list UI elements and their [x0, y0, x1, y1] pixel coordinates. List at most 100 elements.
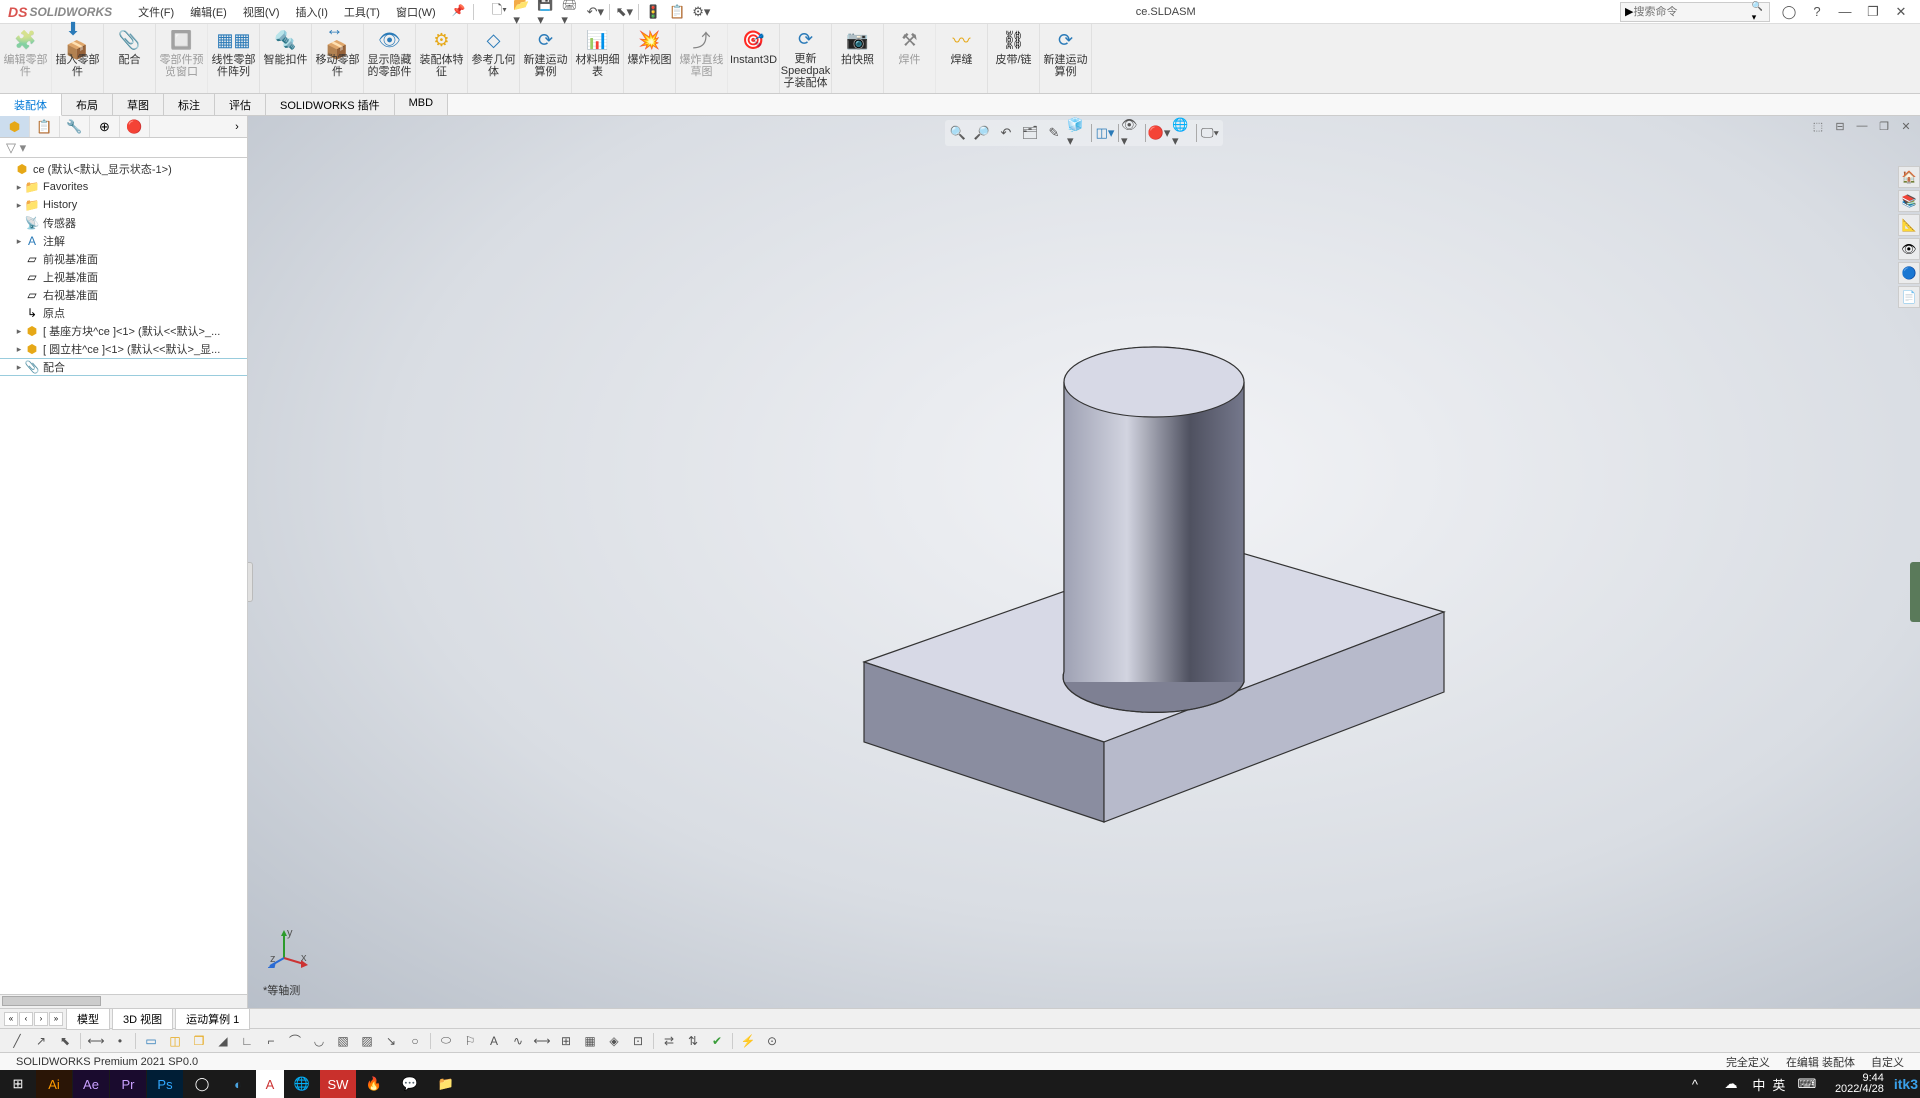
- viewtab-model[interactable]: 模型: [66, 1008, 110, 1030]
- tree-mates[interactable]: ▸📎配合: [0, 358, 247, 376]
- vtab-next-icon[interactable]: ›: [34, 1012, 48, 1026]
- bom-button[interactable]: 📊材料明细表: [572, 24, 624, 93]
- show-hidden-button[interactable]: 👁显示隐藏的零部件: [364, 24, 416, 93]
- tree-annotations[interactable]: ▸A注解: [0, 232, 247, 250]
- mdi-collapse-icon[interactable]: ⊟: [1830, 118, 1850, 134]
- bt-bolt-icon[interactable]: ⚡: [737, 1031, 759, 1051]
- tree-tab-property-icon[interactable]: 📋: [30, 116, 60, 137]
- settings-icon[interactable]: ⚙▾: [691, 2, 711, 22]
- smart-fasteners-button[interactable]: 🔩智能扣件: [260, 24, 312, 93]
- tb-ae-icon[interactable]: Ae: [73, 1070, 109, 1098]
- edit-appearance-icon[interactable]: 🔴▾: [1148, 122, 1170, 144]
- tb-ps-icon[interactable]: Ps: [147, 1070, 183, 1098]
- weldment-button[interactable]: ⚒焊件: [884, 24, 936, 93]
- tree-tab-feature-icon[interactable]: ⬢: [0, 116, 30, 137]
- tab-annotate[interactable]: 标注: [164, 94, 215, 115]
- tb-cortana-icon[interactable]: ◯: [184, 1070, 220, 1098]
- status-custom[interactable]: 自定义: [1863, 1054, 1912, 1070]
- tab-assembly[interactable]: 装配体: [0, 94, 62, 116]
- tree-favorites[interactable]: ▸📁Favorites: [0, 178, 247, 196]
- bt-plane-icon[interactable]: ◈: [603, 1031, 625, 1051]
- update-speedpak-button[interactable]: ⟳更新Speedpak子装配体: [780, 24, 832, 93]
- bt-check-icon[interactable]: ✔: [706, 1031, 728, 1051]
- tb-ai-icon[interactable]: Ai: [36, 1070, 72, 1098]
- vtab-last-icon[interactable]: »: [49, 1012, 63, 1026]
- bt-face2-icon[interactable]: ▨: [356, 1031, 378, 1051]
- menu-file[interactable]: 文件(F): [130, 4, 182, 20]
- tab-layout[interactable]: 布局: [62, 94, 113, 115]
- bt-snap2-icon[interactable]: ⊡: [627, 1031, 649, 1051]
- bt-arc-icon[interactable]: ◡: [308, 1031, 330, 1051]
- tree-sensors[interactable]: 📡传感器: [0, 214, 247, 232]
- tp-view-palette-icon[interactable]: 👁: [1898, 238, 1920, 260]
- weld-bead-button[interactable]: 〰焊缝: [936, 24, 988, 93]
- explode-sketch-button[interactable]: ⤴爆炸直线草图: [676, 24, 728, 93]
- view-orientation-icon[interactable]: 🧊▾: [1067, 122, 1089, 144]
- view-triad[interactable]: y x z: [268, 928, 308, 968]
- search-commands[interactable]: ▶ 🔍▾: [1620, 2, 1770, 22]
- bt-flag-icon[interactable]: ⚐: [459, 1031, 481, 1051]
- mdi-pop-icon[interactable]: ⬚: [1808, 118, 1828, 134]
- tray-ime2[interactable]: 英: [1769, 1070, 1789, 1098]
- vtab-prev-icon[interactable]: ‹: [19, 1012, 33, 1026]
- tree-root[interactable]: ⬢ce (默认<默认_显示状态-1>): [0, 160, 247, 178]
- tray-cloud-icon[interactable]: ☁: [1713, 1070, 1749, 1098]
- bt-brace-icon[interactable]: ⌐: [260, 1031, 282, 1051]
- tab-mbd[interactable]: MBD: [395, 94, 448, 115]
- viewtab-motion1[interactable]: 运动算例 1: [175, 1008, 250, 1030]
- tb-edge-icon[interactable]: 🌐: [284, 1070, 320, 1098]
- tp-home-icon[interactable]: 🏠: [1898, 166, 1920, 188]
- select-icon[interactable]: ⬉▾: [614, 2, 634, 22]
- minimize-icon[interactable]: —: [1834, 2, 1856, 22]
- tb-firefox-icon[interactable]: 🔥: [356, 1070, 392, 1098]
- tray-clock[interactable]: 9:44 2022/4/28: [1825, 1073, 1894, 1095]
- new-icon[interactable]: 🗋▾: [489, 2, 509, 22]
- bt-arrow-icon[interactable]: ↗: [30, 1031, 52, 1051]
- bt-h-icon[interactable]: ⇄: [658, 1031, 680, 1051]
- tab-sketch[interactable]: 草图: [113, 94, 164, 115]
- bt-rect-icon[interactable]: ▭: [140, 1031, 162, 1051]
- bt-v-icon[interactable]: ⇅: [682, 1031, 704, 1051]
- bt-arrow2-icon[interactable]: ↘: [380, 1031, 402, 1051]
- tp-appearances-icon[interactable]: 🔵: [1898, 262, 1920, 284]
- bt-face-icon[interactable]: ▧: [332, 1031, 354, 1051]
- tree-expand-icon[interactable]: ›: [227, 116, 247, 137]
- user-icon[interactable]: ◯: [1778, 2, 1800, 22]
- instant3d-button[interactable]: 🎯Instant3D: [728, 24, 780, 93]
- tp-resources-icon[interactable]: 📚: [1898, 190, 1920, 212]
- mdi-minimize-icon[interactable]: —: [1852, 118, 1872, 134]
- zoom-area-icon[interactable]: 🔎: [971, 122, 993, 144]
- mdi-restore-icon[interactable]: ❐: [1874, 118, 1894, 134]
- move-component-button[interactable]: ↔📦移动零部件: [312, 24, 364, 93]
- tab-addins[interactable]: SOLIDWORKS 插件: [266, 94, 395, 115]
- tray-keyboard-icon[interactable]: ⌨: [1789, 1070, 1825, 1098]
- bt-snap-icon[interactable]: ⊞: [555, 1031, 577, 1051]
- bt-point-icon[interactable]: •: [109, 1031, 131, 1051]
- insert-components-button[interactable]: ⬇📦插入零部件: [52, 24, 104, 93]
- splitter-handle[interactable]: [248, 562, 253, 602]
- task-pane-handle[interactable]: [1910, 562, 1920, 622]
- tree-scrollbar[interactable]: [0, 994, 247, 1008]
- viewtab-3d[interactable]: 3D 视图: [112, 1008, 173, 1030]
- bt-dim2-icon[interactable]: ⟷: [531, 1031, 553, 1051]
- search-dropdown-icon[interactable]: 🔍▾: [1752, 1, 1765, 23]
- help-icon[interactable]: ?: [1806, 2, 1828, 22]
- menu-edit[interactable]: 编辑(E): [182, 4, 235, 20]
- linear-pattern-button[interactable]: ▦▦线性零部件阵列: [208, 24, 260, 93]
- menu-pin[interactable]: 📌: [444, 4, 474, 20]
- tb-pr-icon[interactable]: Pr: [110, 1070, 146, 1098]
- bt-dim-icon[interactable]: ⟷: [85, 1031, 107, 1051]
- new-motion2-button[interactable]: ⟳新建运动算例: [1040, 24, 1092, 93]
- bt-line-icon[interactable]: ╱: [6, 1031, 28, 1051]
- tree-tab-display-icon[interactable]: 🔴: [120, 116, 150, 137]
- tree-part2[interactable]: ▸⬢[ 圆立柱^ce ]<1> (默认<<默认>_显...: [0, 340, 247, 358]
- undo-icon[interactable]: ↶▾: [585, 2, 605, 22]
- zoom-fit-icon[interactable]: 🔍: [947, 122, 969, 144]
- preview-window-button[interactable]: 🔲零部件预览窗口: [156, 24, 208, 93]
- close-icon[interactable]: ✕: [1890, 2, 1912, 22]
- tree-history[interactable]: ▸📁History: [0, 196, 247, 214]
- menu-insert[interactable]: 插入(I): [288, 4, 336, 20]
- tree-origin[interactable]: ↳原点: [0, 304, 247, 322]
- tree-front-plane[interactable]: ▱前视基准面: [0, 250, 247, 268]
- save-icon[interactable]: 💾▾: [537, 2, 557, 22]
